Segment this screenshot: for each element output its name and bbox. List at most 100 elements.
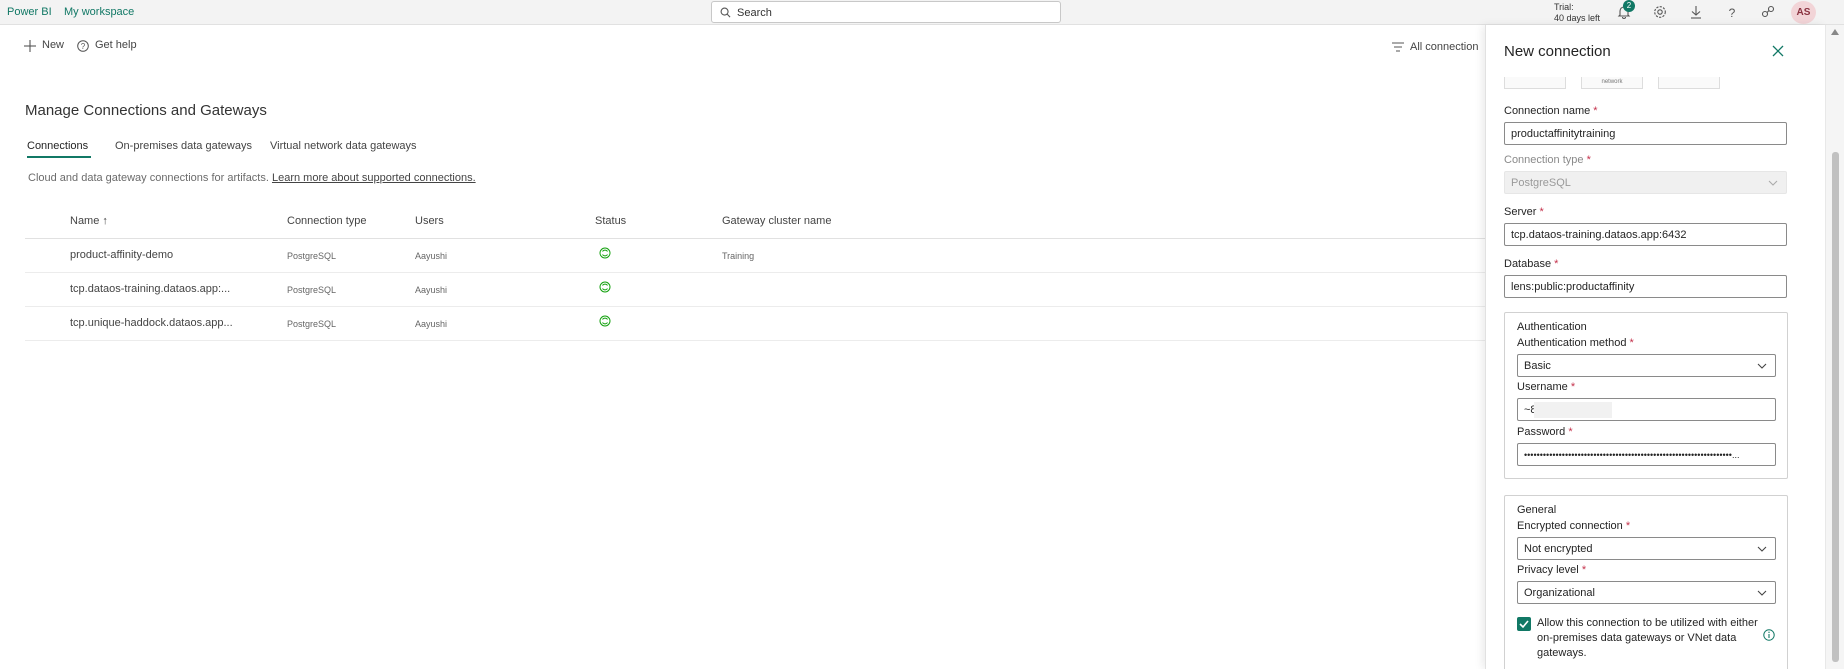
filter-icon	[1392, 42, 1404, 52]
auth-method-label-text: Authentication method	[1517, 337, 1627, 349]
download-icon[interactable]	[1688, 4, 1704, 20]
table-row[interactable]: tcp.dataos-training.dataos.app:... Postg…	[25, 273, 1485, 307]
server-label-text: Server	[1504, 206, 1537, 218]
password-label-text: Password	[1517, 426, 1566, 438]
database-input[interactable]: lens:public:productaffinity	[1504, 275, 1787, 298]
notification-badge: 2	[1623, 0, 1635, 12]
auth-method-select[interactable]: Basic	[1517, 354, 1776, 377]
row-users: Aayushi	[415, 319, 448, 329]
connection-name-input[interactable]: productaffinitytraining	[1504, 122, 1787, 145]
tab-on-premises-gateways[interactable]: On-premises data gateways	[115, 140, 252, 152]
search-placeholder: Search	[737, 7, 772, 19]
panel-title: New connection	[1504, 43, 1611, 60]
column-header-gateway-cluster[interactable]: Gateway cluster name	[722, 215, 831, 227]
panel-scrollbar[interactable]	[1825, 25, 1844, 669]
server-input[interactable]: tcp.dataos-training.dataos.app:6432	[1504, 223, 1787, 246]
page-title: Manage Connections and Gateways	[25, 102, 267, 119]
checkmark-icon	[1519, 620, 1529, 629]
question-circle-icon: ?	[77, 40, 89, 52]
chevron-down-icon	[1757, 546, 1767, 552]
table-row[interactable]: tcp.unique-haddock.dataos.app... Postgre…	[25, 307, 1485, 341]
auth-method-value: Basic	[1524, 360, 1551, 372]
workspace-breadcrumb[interactable]: My workspace	[64, 6, 134, 18]
page-description: Cloud and data gateway connections for a…	[28, 172, 476, 184]
privacy-level-label-text: Privacy level	[1517, 564, 1579, 576]
top-bar: Power BI My workspace Search Trial: 40 d…	[0, 0, 1844, 25]
connection-type-label: Connection type *	[1504, 154, 1591, 166]
general-group: General Encrypted connection * Not encry…	[1504, 495, 1788, 669]
allow-gateway-checkbox[interactable]	[1517, 617, 1531, 631]
active-tab-indicator	[27, 156, 91, 158]
username-input[interactable]: ~8	[1517, 398, 1776, 421]
tab-vnet-gateways[interactable]: Virtual network data gateways	[270, 140, 417, 152]
database-label-text: Database	[1504, 258, 1552, 270]
privacy-level-select[interactable]: Organizational	[1517, 581, 1776, 604]
connection-type-select: PostgreSQL	[1504, 171, 1787, 194]
auth-method-label: Authentication method *	[1517, 337, 1634, 349]
row-name[interactable]: tcp.unique-haddock.dataos.app...	[70, 317, 233, 329]
mode-tile[interactable]	[1504, 77, 1566, 89]
tab-connections[interactable]: Connections	[27, 140, 88, 152]
encrypted-connection-select[interactable]: Not encrypted	[1517, 537, 1776, 560]
row-name[interactable]: product-affinity-demo	[70, 249, 173, 261]
username-label: Username *	[1517, 381, 1576, 393]
password-input[interactable]: ••••••••••••••••••••••••••••••••••••••••…	[1517, 443, 1776, 466]
row-connection-type: PostgreSQL	[287, 319, 337, 329]
chevron-down-icon	[1757, 363, 1767, 369]
svg-text:?: ?	[1729, 6, 1736, 20]
svg-text:?: ?	[81, 42, 86, 51]
general-title: General	[1517, 504, 1557, 516]
description-text: Cloud and data gateway connections for a…	[28, 172, 269, 184]
column-header-status[interactable]: Status	[595, 215, 626, 227]
row-name[interactable]: tcp.dataos-training.dataos.app:...	[70, 283, 230, 295]
mode-tile-network[interactable]: network	[1581, 77, 1643, 89]
column-header-users[interactable]: Users	[415, 215, 444, 227]
password-label: Password *	[1517, 426, 1573, 438]
table-row[interactable]: product-affinity-demo PostgreSQL Aayushi…	[25, 239, 1485, 273]
row-connection-type: PostgreSQL	[287, 251, 337, 261]
share-icon[interactable]	[1760, 4, 1776, 20]
authentication-group: Authentication Authentication method * B…	[1504, 312, 1788, 479]
chevron-down-icon	[1768, 180, 1778, 186]
info-icon[interactable]	[1763, 629, 1775, 641]
mode-tile[interactable]	[1658, 77, 1720, 89]
avatar[interactable]: AS	[1791, 1, 1816, 24]
plus-icon	[24, 40, 36, 52]
new-connection-panel: New connection network Connection name *…	[1485, 25, 1825, 669]
learn-more-link[interactable]: Learn more about supported connections.	[272, 172, 476, 184]
database-label: Database *	[1504, 258, 1559, 270]
scroll-up-arrow-icon[interactable]	[1831, 29, 1839, 35]
trial-days-left: 40 days left	[1554, 13, 1601, 23]
column-header-connection-type[interactable]: Connection type	[287, 215, 367, 227]
search-icon	[720, 7, 731, 18]
trial-label: Trial:	[1554, 2, 1574, 12]
brand-label[interactable]: Power BI	[7, 6, 52, 18]
row-gateway-cluster: Training	[722, 251, 755, 261]
allow-gateway-text: Allow this connection to be utilized wit…	[1537, 617, 1758, 659]
status-online-icon	[599, 281, 611, 293]
username-label-text: Username	[1517, 381, 1568, 393]
scroll-thumb[interactable]	[1832, 152, 1839, 662]
search-box[interactable]: Search	[711, 1, 1061, 23]
column-header-name[interactable]: Name ↑	[70, 215, 108, 227]
server-label: Server *	[1504, 206, 1544, 218]
connection-name-label: Connection name *	[1504, 105, 1598, 117]
encrypted-connection-label-text: Encrypted connection	[1517, 520, 1623, 532]
connection-name-label-text: Connection name	[1504, 105, 1591, 117]
connection-type-value: PostgreSQL	[1511, 177, 1571, 189]
status-online-icon	[599, 315, 611, 327]
gear-icon[interactable]	[1652, 4, 1668, 20]
all-connections-label: All connection	[1410, 41, 1479, 53]
authentication-title: Authentication	[1517, 321, 1587, 333]
row-users: Aayushi	[415, 251, 448, 261]
row-users: Aayushi	[415, 285, 448, 295]
help-icon[interactable]: ?	[1724, 4, 1740, 20]
status-online-icon	[599, 247, 611, 259]
connection-type-label-text: Connection type	[1504, 154, 1584, 166]
encrypted-connection-value: Not encrypted	[1524, 543, 1593, 555]
chevron-down-icon	[1757, 590, 1767, 596]
row-connection-type: PostgreSQL	[287, 285, 337, 295]
redaction-blur	[1534, 402, 1612, 418]
close-icon[interactable]	[1772, 45, 1784, 57]
trial-status[interactable]: Trial: 40 days left	[1554, 2, 1600, 24]
